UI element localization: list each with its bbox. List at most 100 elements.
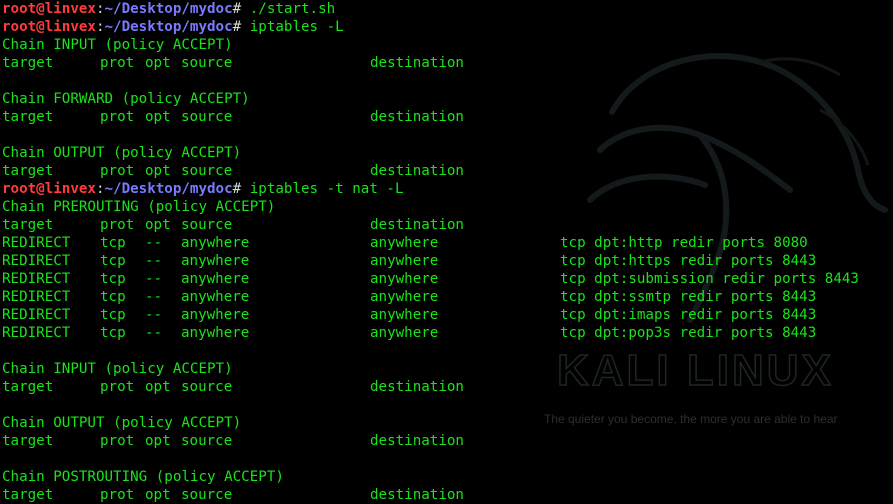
rule-row: REDIRECT tcp -- anywhere anywhere tcp dpt:ima… <box>2 306 893 324</box>
source-col: source <box>181 55 233 71</box>
opt-col: -- <box>145 271 163 287</box>
target-col: target <box>2 163 54 179</box>
rule-row: REDIRECT tcp -- anywhere anywhere tcp dpt:pop… <box>2 324 893 342</box>
target-col: target <box>2 487 54 503</box>
target-col: REDIRECT <box>2 289 71 305</box>
rule-row: REDIRECT tcp -- anywhere anywhere tcp dpt:ssm… <box>2 288 893 306</box>
chain-header: Chain INPUT (policy ACCEPT) <box>2 361 233 377</box>
opt-col: -- <box>145 307 163 323</box>
command-text: iptables -t nat -L <box>249 181 404 197</box>
rule-row: REDIRECT tcp -- anywhere anywhere tcp dpt:htt… <box>2 234 893 252</box>
prot-col: prot <box>100 217 135 233</box>
target-col: REDIRECT <box>2 235 71 251</box>
source-col: source <box>181 379 233 395</box>
extra-col: tcp dpt:ssmtp redir ports 8443 <box>560 289 817 305</box>
chain-header: Chain POSTROUTING (policy ACCEPT) <box>2 469 284 485</box>
destination-col: anywhere <box>370 325 439 341</box>
prot-col: prot <box>100 433 135 449</box>
prot-col: prot <box>100 163 135 179</box>
rule-row: REDIRECT tcp -- anywhere anywhere tcp dpt:htt… <box>2 252 893 270</box>
prompt-colon: : <box>95 181 105 197</box>
chain-header: Chain INPUT (policy ACCEPT) <box>2 37 233 53</box>
command-text: iptables -L <box>249 19 344 35</box>
source-col: anywhere <box>181 325 250 341</box>
opt-col: opt <box>145 109 171 125</box>
prompt-colon: : <box>95 1 105 17</box>
prompt-line: root@linvex:~/Desktop/mydoc# iptables -L <box>2 18 893 36</box>
opt-col: opt <box>145 379 171 395</box>
opt-col: opt <box>145 163 171 179</box>
extra-col: tcp dpt:imaps redir ports 8443 <box>560 307 817 323</box>
source-col: anywhere <box>181 307 250 323</box>
source-col: anywhere <box>181 289 250 305</box>
prompt-symbol: # <box>232 1 242 17</box>
prompt-path: ~/Desktop/mydoc <box>104 181 233 197</box>
destination-col: destination <box>370 109 464 125</box>
target-col: REDIRECT <box>2 271 71 287</box>
source-col: source <box>181 433 233 449</box>
prompt-path: ~/Desktop/mydoc <box>104 19 233 35</box>
target-col: target <box>2 109 54 125</box>
target-col: target <box>2 433 54 449</box>
column-header-row: target prot opt source destination <box>2 378 893 396</box>
prot-col: tcp <box>100 307 126 323</box>
command-text: ./start.sh <box>249 1 336 17</box>
source-col: anywhere <box>181 235 250 251</box>
chain-header: Chain FORWARD (policy ACCEPT) <box>2 91 250 107</box>
extra-col: tcp dpt:https redir ports 8443 <box>560 253 817 269</box>
destination-col: anywhere <box>370 253 439 269</box>
source-col: anywhere <box>181 253 250 269</box>
chain-header: Chain PREROUTING (policy ACCEPT) <box>2 199 276 215</box>
prot-col: tcp <box>100 289 126 305</box>
opt-col: opt <box>145 217 171 233</box>
column-header-row: target prot opt source destination <box>2 108 893 126</box>
prompt-user: root@linvex <box>2 181 96 197</box>
source-col: source <box>181 217 233 233</box>
column-header-row: target prot opt source destination <box>2 432 893 450</box>
source-col: source <box>181 109 233 125</box>
extra-col: tcp dpt:http redir ports 8080 <box>560 235 808 251</box>
column-header-row: target prot opt source destination <box>2 54 893 72</box>
terminal-output: root@linvex:~/Desktop/mydoc# ./start.sh r… <box>2 0 893 504</box>
rule-row: REDIRECT tcp -- anywhere anywhere tcp dpt:sub… <box>2 270 893 288</box>
prompt-path: ~/Desktop/mydoc <box>104 1 233 17</box>
target-col: REDIRECT <box>2 307 71 323</box>
destination-col: destination <box>370 433 464 449</box>
terminal-window[interactable]: KALI LINUX The quieter you become, the m… <box>0 0 893 504</box>
extra-col: tcp dpt:pop3s redir ports 8443 <box>560 325 817 341</box>
destination-col: anywhere <box>370 235 439 251</box>
prot-col: tcp <box>100 325 126 341</box>
opt-col: opt <box>145 433 171 449</box>
prot-col: prot <box>100 379 135 395</box>
prompt-user: root@linvex <box>2 1 96 17</box>
prompt-symbol: # <box>232 19 242 35</box>
chain-header: Chain OUTPUT (policy ACCEPT) <box>2 415 242 431</box>
destination-col: anywhere <box>370 271 439 287</box>
destination-col: anywhere <box>370 289 439 305</box>
prompt-user: root@linvex <box>2 19 96 35</box>
prompt-line: root@linvex:~/Desktop/mydoc# ./start.sh <box>2 0 893 18</box>
target-col: target <box>2 217 54 233</box>
source-col: source <box>181 487 233 503</box>
destination-col: destination <box>370 163 464 179</box>
column-header-row: target prot opt source destination <box>2 162 893 180</box>
opt-col: -- <box>145 289 163 305</box>
prot-col: prot <box>100 109 135 125</box>
opt-col: opt <box>145 487 171 503</box>
opt-col: opt <box>145 55 171 71</box>
opt-col: -- <box>145 235 163 251</box>
target-col: target <box>2 379 54 395</box>
destination-col: destination <box>370 379 464 395</box>
target-col: REDIRECT <box>2 325 71 341</box>
source-col: source <box>181 163 233 179</box>
prot-col: tcp <box>100 253 126 269</box>
destination-col: destination <box>370 217 464 233</box>
target-col: REDIRECT <box>2 253 71 269</box>
prot-col: tcp <box>100 235 126 251</box>
